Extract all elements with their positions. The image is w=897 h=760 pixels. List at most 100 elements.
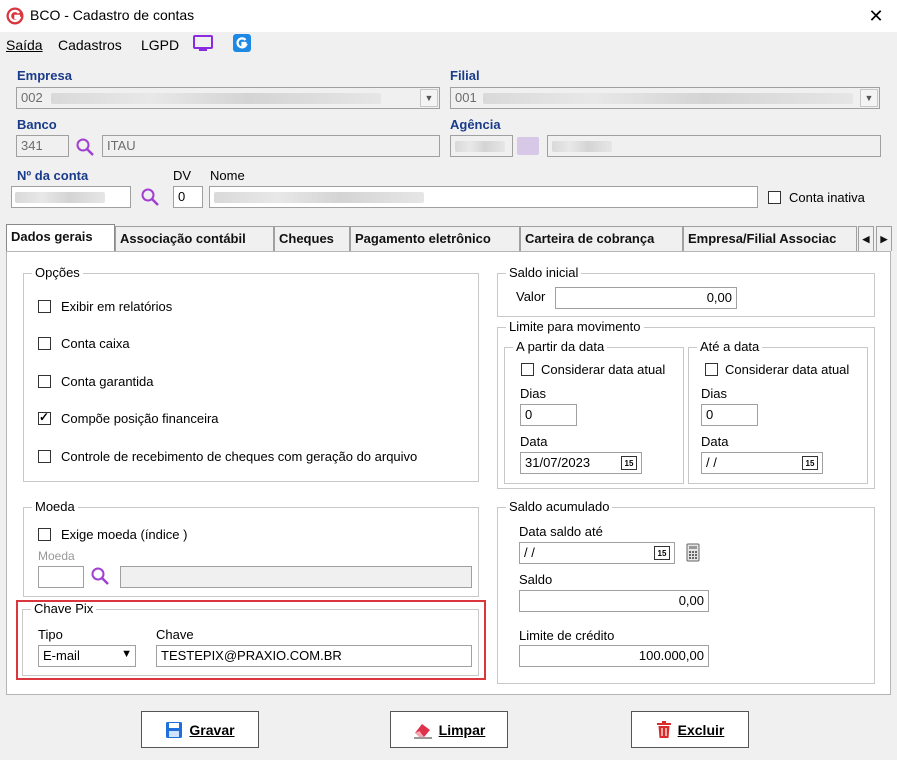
exibir-relatorios-label: Exibir em relatórios: [61, 299, 173, 314]
search-icon[interactable]: [90, 566, 110, 586]
search-icon[interactable]: [517, 137, 539, 155]
dv-label: DV: [173, 168, 192, 183]
saldo-inicial-title: Saldo inicial: [506, 265, 582, 280]
limpar-button[interactable]: Limpar: [390, 711, 508, 748]
calculator-icon[interactable]: [686, 543, 700, 562]
limite-movimento-group: Limite para movimento A partir da data C…: [497, 319, 875, 489]
conta-caixa-checkbox[interactable]: [38, 337, 51, 350]
chevron-down-icon[interactable]: ▼: [420, 89, 438, 107]
apartir-dias-label: Dias: [520, 386, 547, 401]
gravar-label: Gravar: [189, 721, 235, 738]
limite-credito-field[interactable]: 100.000,00: [519, 645, 709, 667]
empresa-value: 002: [21, 90, 43, 105]
apartir-considerar-label: Considerar data atual: [541, 362, 666, 377]
empresa-name-redacted: [51, 93, 381, 104]
tab-empresa-filial[interactable]: Empresa/Filial Associac: [683, 226, 857, 251]
data-saldo-field[interactable]: / /: [519, 542, 675, 564]
dv-field[interactable]: 0: [173, 186, 203, 208]
empresa-label: Empresa: [17, 68, 72, 83]
filial-label: Filial: [450, 68, 480, 83]
controle-cheques-label: Controle de recebimento de cheques com g…: [61, 449, 418, 464]
tab-scroll-left-icon[interactable]: ◀: [858, 226, 874, 251]
saldo-acumulado-title: Saldo acumulado: [506, 499, 613, 514]
tab-carteira-cobranca[interactable]: Carteira de cobrança: [520, 226, 683, 251]
filial-value: 001: [455, 90, 477, 105]
nome-field[interactable]: [209, 186, 758, 208]
calendar-icon[interactable]: 15: [621, 456, 637, 470]
data-saldo-label: Data saldo até: [519, 524, 603, 539]
limpar-label: Limpar: [438, 721, 486, 738]
limite-credito-label: Limite de crédito: [519, 628, 615, 643]
search-icon[interactable]: [140, 187, 160, 207]
exibir-relatorios-checkbox[interactable]: [38, 300, 51, 313]
search-icon[interactable]: [75, 137, 95, 157]
monitor-icon[interactable]: [193, 35, 213, 53]
tab-dados-gerais[interactable]: Dados gerais: [6, 224, 115, 252]
menu-cadastros-label: Cadastros: [58, 37, 122, 53]
menu-saida[interactable]: Saída: [6, 37, 43, 53]
ate-data-value: / /: [706, 455, 717, 470]
agencia-name-redacted: [552, 141, 612, 152]
conta-caixa-label: Conta caixa: [61, 336, 130, 351]
ate-dias-field[interactable]: 0: [701, 404, 758, 426]
menu-cadastros[interactable]: Cadastros: [58, 37, 122, 53]
conta-number-field[interactable]: [11, 186, 131, 208]
banco-code-field[interactable]: 341: [16, 135, 69, 157]
excluir-label: Excluir: [677, 721, 725, 738]
filial-select[interactable]: 001 ▼: [450, 87, 880, 109]
opcoes-group: Opções Exibir em relatórios Conta caixa …: [23, 265, 479, 482]
saldo-inicial-group: Saldo inicial Valor 0,00: [497, 265, 875, 317]
ate-group: Até a data Considerar data atual Dias 0 …: [688, 339, 868, 484]
chevron-down-icon[interactable]: ▼: [860, 89, 878, 107]
controle-cheques-checkbox[interactable]: [38, 450, 51, 463]
compoe-posicao-checkbox[interactable]: [38, 410, 51, 425]
conta-number-redacted: [15, 192, 105, 203]
menu-lgpd[interactable]: LGPD: [141, 37, 179, 53]
banco-name-field: ITAU: [102, 135, 440, 157]
tab-scroll-right-icon[interactable]: ▶: [876, 226, 892, 251]
conta-garantida-label: Conta garantida: [61, 374, 154, 389]
ate-title: Até a data: [697, 339, 763, 354]
data-saldo-value: / /: [524, 545, 535, 560]
moeda-label: Moeda: [38, 549, 75, 563]
saldo-field[interactable]: 0,00: [519, 590, 709, 612]
saldo-acumulado-group: Saldo acumulado Data saldo até / / 15 Sa…: [497, 499, 875, 684]
exige-moeda-label: Exige moeda (índice ): [61, 527, 188, 542]
moeda-code-field[interactable]: [38, 566, 84, 588]
agencia-label: Agência: [450, 117, 501, 132]
gravar-button[interactable]: Gravar: [141, 711, 259, 748]
agencia-name-field: [547, 135, 881, 157]
ate-dias-label: Dias: [701, 386, 728, 401]
saldo-inicial-valor-field[interactable]: 0,00: [555, 287, 737, 309]
filial-name-redacted: [483, 93, 853, 104]
close-icon[interactable]: ✕: [866, 6, 886, 27]
tab-pagamento-eletronico[interactable]: Pagamento eletrônico: [350, 226, 520, 251]
conta-inativa-label: Conta inativa: [789, 190, 865, 205]
trash-icon: [656, 720, 671, 738]
conta-label: Nº da conta: [17, 168, 89, 183]
tab-strip: Dados gerais Associação contábil Cheques…: [6, 224, 896, 252]
menu-saida-label: Saída: [6, 37, 43, 53]
app-logo-icon: [6, 7, 24, 25]
calendar-icon[interactable]: 15: [802, 456, 818, 470]
apartir-dias-field[interactable]: 0: [520, 404, 577, 426]
saldo-label: Saldo: [519, 572, 553, 587]
g-logo-icon[interactable]: [233, 34, 251, 52]
apartir-considerar-checkbox[interactable]: [521, 363, 534, 376]
conta-inativa-checkbox[interactable]: [768, 191, 781, 204]
agencia-code-field[interactable]: [450, 135, 513, 157]
highlight-box: [16, 600, 486, 680]
empresa-select[interactable]: 002 ▼: [16, 87, 440, 109]
tab-cheques[interactable]: Cheques: [274, 226, 350, 251]
calendar-icon[interactable]: 15: [654, 546, 670, 560]
banco-label: Banco: [17, 117, 57, 132]
tab-associacao-contabil[interactable]: Associação contábil: [115, 226, 274, 251]
ate-considerar-checkbox[interactable]: [705, 363, 718, 376]
moeda-title: Moeda: [32, 499, 78, 514]
exige-moeda-checkbox[interactable]: [38, 528, 51, 541]
agencia-code-redacted: [455, 141, 505, 152]
eraser-icon: [413, 723, 432, 738]
excluir-button[interactable]: Excluir: [631, 711, 749, 748]
limite-movimento-title: Limite para movimento: [506, 319, 644, 334]
conta-garantida-checkbox[interactable]: [38, 375, 51, 388]
